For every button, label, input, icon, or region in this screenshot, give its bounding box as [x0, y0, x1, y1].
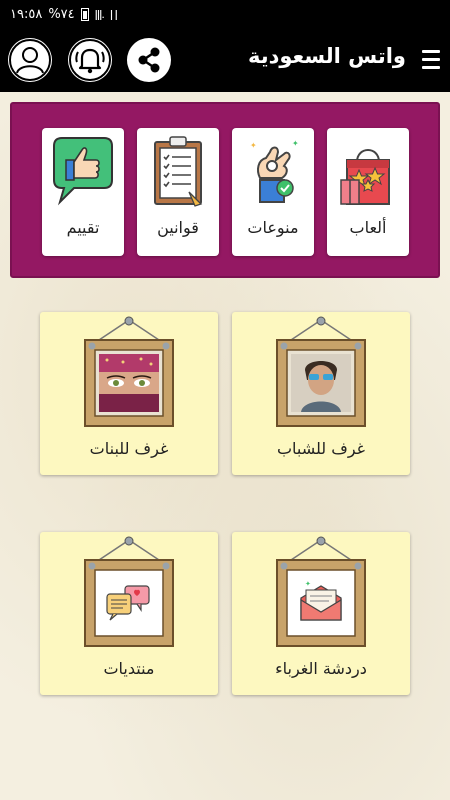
- woman-eyes-photo: [99, 354, 159, 412]
- top-category-panel: ألعاب ✦ ✦ منوعات قوانين تقييم: [10, 102, 440, 278]
- tile-rating[interactable]: تقييم: [42, 128, 124, 256]
- card-label: دردشة الغرباء: [275, 659, 367, 678]
- tile-label: قوانين: [157, 218, 199, 237]
- svg-text:✦: ✦: [305, 580, 311, 588]
- hamburger-menu-icon[interactable]: [422, 50, 440, 70]
- bell-icon: [69, 39, 111, 81]
- card-forums[interactable]: منتديات: [40, 532, 218, 695]
- card-strangers-chat[interactable]: ✦ دردشة الغرباء: [232, 532, 410, 695]
- svg-text:✦: ✦: [292, 139, 299, 148]
- card-label: منتديات: [103, 659, 155, 678]
- signal-icon: ǀǀǀ.: [94, 7, 105, 21]
- app-bar: واتس السعودية: [0, 28, 450, 92]
- share-button[interactable]: [127, 38, 171, 82]
- picture-frame: [84, 536, 174, 647]
- thumbs-up-icon: [53, 137, 113, 206]
- card-girls-rooms[interactable]: غرف للبنات: [40, 312, 218, 475]
- clipboard-checklist-icon: [154, 136, 203, 207]
- tile-label: منوعات: [247, 218, 299, 237]
- card-label: غرف للبنات: [89, 439, 169, 458]
- young-man-photo: [291, 354, 351, 412]
- status-bar: ١٩:٥٨ %٧٤ ǀǀǀ. ǀ ǀ: [0, 0, 450, 28]
- tile-label: ألعاب: [349, 218, 387, 237]
- profile-icon: [9, 39, 51, 81]
- svg-text:✦: ✦: [250, 141, 257, 150]
- card-boys-rooms[interactable]: غرف للشباب: [232, 312, 410, 475]
- tile-misc[interactable]: ✦ ✦ منوعات: [232, 128, 314, 256]
- picture-frame: ✦: [276, 536, 366, 647]
- profile-button[interactable]: [8, 38, 52, 82]
- picture-frame: [276, 316, 366, 427]
- tile-games[interactable]: ألعاب: [327, 128, 409, 256]
- status-time: ١٩:٥٨: [10, 6, 43, 22]
- app-title: واتس السعودية: [247, 44, 406, 68]
- shopping-bag-stars-icon: [340, 149, 390, 205]
- network-type-icon: ǀ ǀ: [109, 7, 118, 21]
- card-label: غرف للشباب: [276, 439, 366, 458]
- battery-icon: [80, 7, 89, 21]
- status-battery-level: %٧٤: [48, 6, 75, 22]
- ok-hand-icon: ✦ ✦: [250, 139, 299, 203]
- tile-rules[interactable]: قوانين: [137, 128, 219, 256]
- picture-frame: [84, 316, 174, 427]
- notifications-button[interactable]: [68, 38, 112, 82]
- share-icon: [128, 39, 170, 81]
- tile-label: تقييم: [66, 218, 100, 237]
